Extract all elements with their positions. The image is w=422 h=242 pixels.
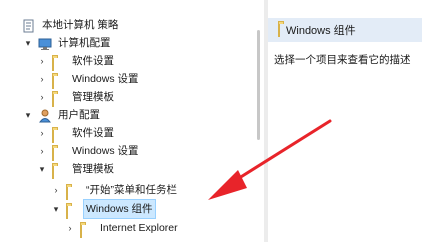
folder-icon [52, 163, 66, 179]
tree-item-user-config[interactable]: ▾ 用户配置 [22, 106, 102, 124]
folder-icon [268, 23, 282, 37]
user-icon [38, 109, 52, 123]
folder-icon [52, 55, 66, 71]
tree-scrollbar[interactable] [257, 30, 260, 140]
chevron-down-icon[interactable]: ▾ [22, 106, 34, 124]
detail-pane: Windows 组件 选择一个项目来查看它的描述 [268, 0, 422, 242]
tree-item-software-settings[interactable]: › 软件设置 [36, 52, 116, 71]
chevron-right-icon[interactable]: › [36, 124, 48, 142]
tree-item-start-menu-taskbar[interactable]: › “开始”菜单和任务栏 [50, 181, 179, 200]
tree-item-label: “开始”菜单和任务栏 [86, 184, 177, 196]
chevron-down-icon[interactable]: ▾ [36, 160, 48, 178]
chevron-right-icon[interactable]: › [36, 52, 48, 70]
tree-item-user-windows-settings[interactable]: › Windows 设置 [36, 142, 141, 161]
tree-item-label: 用户配置 [58, 109, 100, 121]
detail-header: Windows 组件 [268, 18, 422, 42]
chevron-right-icon[interactable]: › [50, 181, 62, 199]
tree-item-label: 计算机配置 [58, 37, 111, 49]
folder-icon [66, 184, 80, 200]
chevron-right-icon[interactable]: › [36, 142, 48, 160]
chevron-right-icon[interactable]: › [36, 70, 48, 88]
tree-item-user-admin-templates[interactable]: ▾ 管理模板 [36, 160, 116, 179]
folder-icon [52, 73, 66, 89]
tree-item-label: 本地计算机 策略 [42, 19, 119, 31]
tree-item-label: 软件设置 [72, 127, 114, 139]
detail-title: Windows 组件 [286, 25, 356, 37]
chevron-right-icon[interactable]: › [36, 88, 48, 106]
chevron-down-icon[interactable]: ▾ [50, 200, 62, 218]
tree-item-root[interactable]: 本地计算机 策略 [22, 16, 120, 34]
tree-item-label: 软件设置 [72, 55, 114, 67]
tree-item-windows-settings[interactable]: › Windows 设置 [36, 70, 141, 89]
tree-item-windows-components[interactable]: ▾ Windows 组件 [50, 199, 156, 219]
chevron-down-icon[interactable]: ▾ [22, 34, 34, 52]
tree-item-admin-templates[interactable]: › 管理模板 [36, 88, 116, 107]
tree-pane: 本地计算机 策略 ▾ 计算机配置 › 软件设置 › Windows 设置 › 管… [0, 0, 264, 242]
computer-icon [38, 37, 52, 50]
folder-icon [66, 203, 80, 219]
tree-item-label: Windows 设置 [72, 145, 139, 157]
folder-icon [52, 127, 66, 143]
policy-document-icon [22, 19, 36, 33]
folder-icon [52, 145, 66, 161]
chevron-right-icon[interactable]: › [64, 219, 76, 237]
detail-description: 选择一个项目来查看它的描述 [274, 54, 411, 66]
tree-item-label: 管理模板 [72, 163, 114, 175]
tree-item-label: 管理模板 [72, 91, 114, 103]
tree-item-internet-explorer[interactable]: › Internet Explorer [64, 219, 180, 238]
tree-item-computer-config[interactable]: ▾ 计算机配置 [22, 34, 113, 52]
folder-icon [52, 91, 66, 107]
tree-item-user-software-settings[interactable]: › 软件设置 [36, 124, 116, 143]
tree-item-label: Windows 设置 [72, 73, 139, 85]
tree-item-label: Internet Explorer [100, 222, 178, 234]
folder-icon [80, 222, 94, 238]
tree-item-label: Windows 组件 [83, 199, 156, 219]
